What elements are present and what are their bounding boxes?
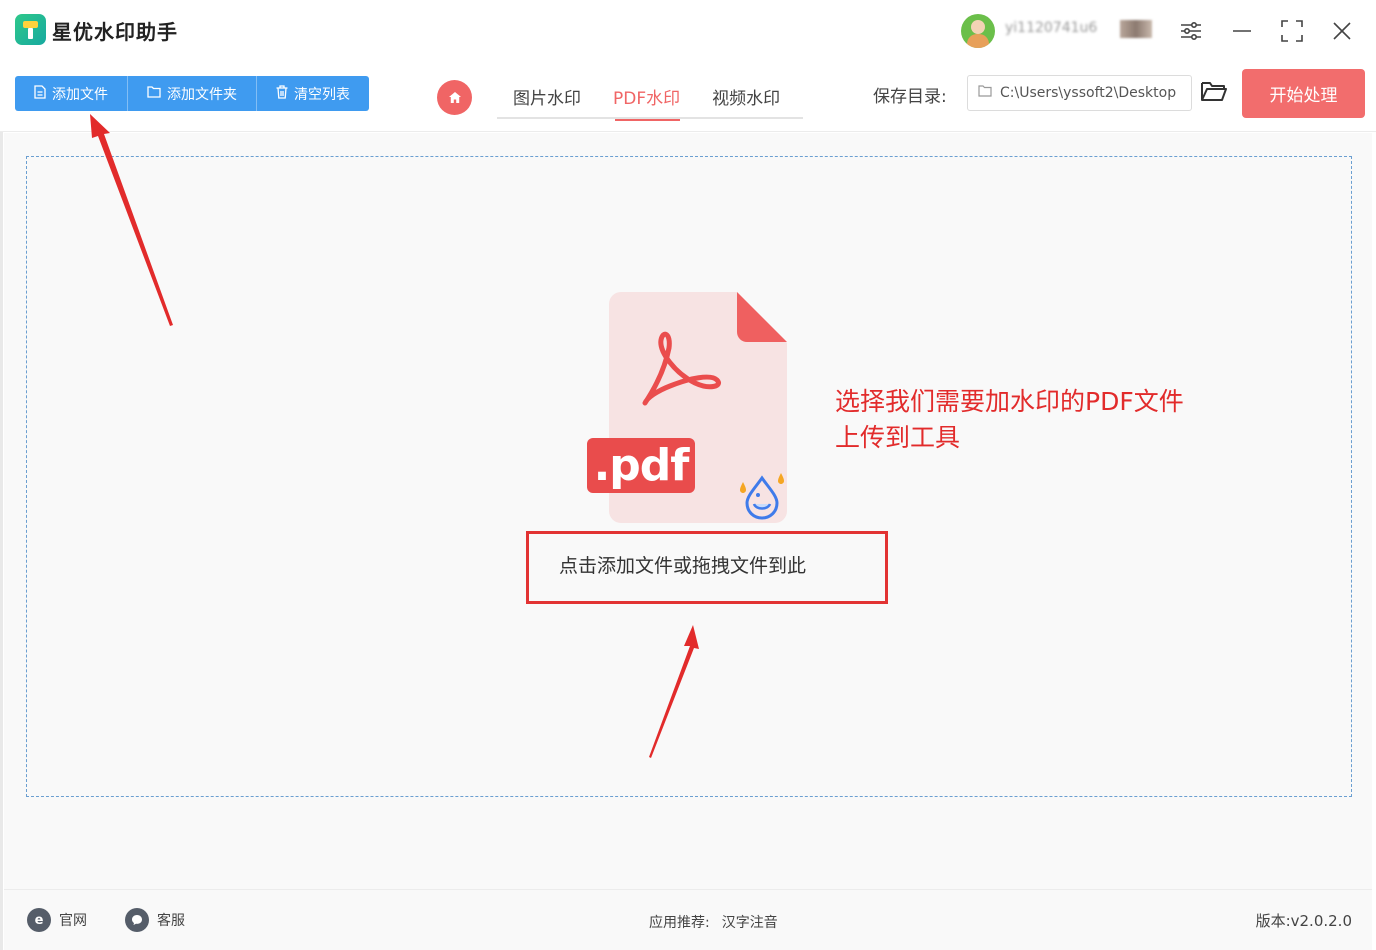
save-dir-input[interactable]: C:\Users\yssoft2\Desktop [967, 75, 1192, 111]
mode-tabs: 图片水印 PDF水印 视频水印 [497, 76, 803, 121]
pdf-badge: .pdf [587, 438, 695, 493]
footer: e 官网 客服 应用推荐: 汉字注音 版本:v2.0.2.0 [4, 889, 1372, 950]
browser-e-icon: e [27, 908, 51, 932]
title-bar: 星优水印助手 yi1120741u6 [0, 0, 1376, 62]
water-drop-icon [740, 473, 784, 520]
user-avatar[interactable] [961, 14, 995, 48]
official-site-label: 官网 [59, 913, 87, 929]
customer-service-link[interactable]: 客服 [125, 908, 185, 932]
acrobat-icon [642, 331, 721, 406]
save-dir-label: 保存目录: [873, 87, 947, 107]
annotation-text: 选择我们需要加水印的PDF文件 上传到工具 [835, 384, 1184, 456]
official-site-link[interactable]: e 官网 [27, 908, 87, 932]
minimize-icon[interactable] [1227, 16, 1257, 46]
app-logo-icon [15, 14, 46, 45]
drop-hint-text[interactable]: 点击添加文件或拖拽文件到此 [559, 551, 806, 578]
home-button[interactable] [437, 80, 472, 115]
clear-list-label: 清空列表 [294, 86, 350, 103]
toolbar: 添加文件 添加文件夹 清空列表 图片水印 PDF水印 视频水印 保存目录: C:… [0, 62, 1376, 132]
open-folder-icon[interactable] [1200, 79, 1234, 109]
tab-video-watermark[interactable]: 视频水印 [696, 76, 796, 119]
close-icon[interactable] [1327, 16, 1357, 46]
save-dir-path: C:\Users\yssoft2\Desktop [1000, 85, 1177, 101]
app-title: 星优水印助手 [52, 20, 178, 44]
tab-image-watermark[interactable]: 图片水印 [497, 76, 597, 119]
add-file-button[interactable]: 添加文件 [15, 76, 128, 111]
trash-icon [276, 84, 288, 103]
recommend-label: 应用推荐: [649, 915, 710, 931]
username[interactable]: yi1120741u6 [1005, 20, 1097, 36]
app-recommend: 应用推荐: 汉字注音 [649, 912, 778, 932]
annotation-line-1: 选择我们需要加水印的PDF文件 [835, 387, 1184, 416]
chat-bubble-icon [125, 908, 149, 932]
recommend-app-link[interactable]: 汉字注音 [722, 915, 778, 931]
folder-icon [147, 85, 161, 102]
start-processing-button[interactable]: 开始处理 [1242, 69, 1365, 118]
file-button-group: 添加文件 添加文件夹 清空列表 [15, 76, 369, 111]
window-left-edge [0, 62, 3, 950]
settings-sliders-icon[interactable] [1176, 16, 1206, 46]
add-folder-button[interactable]: 添加文件夹 [128, 76, 257, 111]
add-file-label: 添加文件 [52, 86, 108, 103]
username-blur [1120, 20, 1152, 38]
pdf-file-illustration[interactable]: .pdf [587, 292, 787, 523]
pdf-page-fold [737, 292, 787, 342]
tab-pdf-watermark[interactable]: PDF水印 [597, 76, 696, 121]
maximize-icon[interactable] [1277, 16, 1307, 46]
customer-service-label: 客服 [157, 913, 185, 929]
clear-list-button[interactable]: 清空列表 [257, 76, 369, 111]
file-icon [34, 84, 46, 103]
home-icon [448, 92, 461, 103]
version-text: 版本:v2.0.2.0 [1255, 912, 1352, 930]
folder-outline-icon [978, 85, 992, 101]
add-folder-label: 添加文件夹 [167, 86, 237, 103]
annotation-line-2: 上传到工具 [835, 423, 961, 452]
